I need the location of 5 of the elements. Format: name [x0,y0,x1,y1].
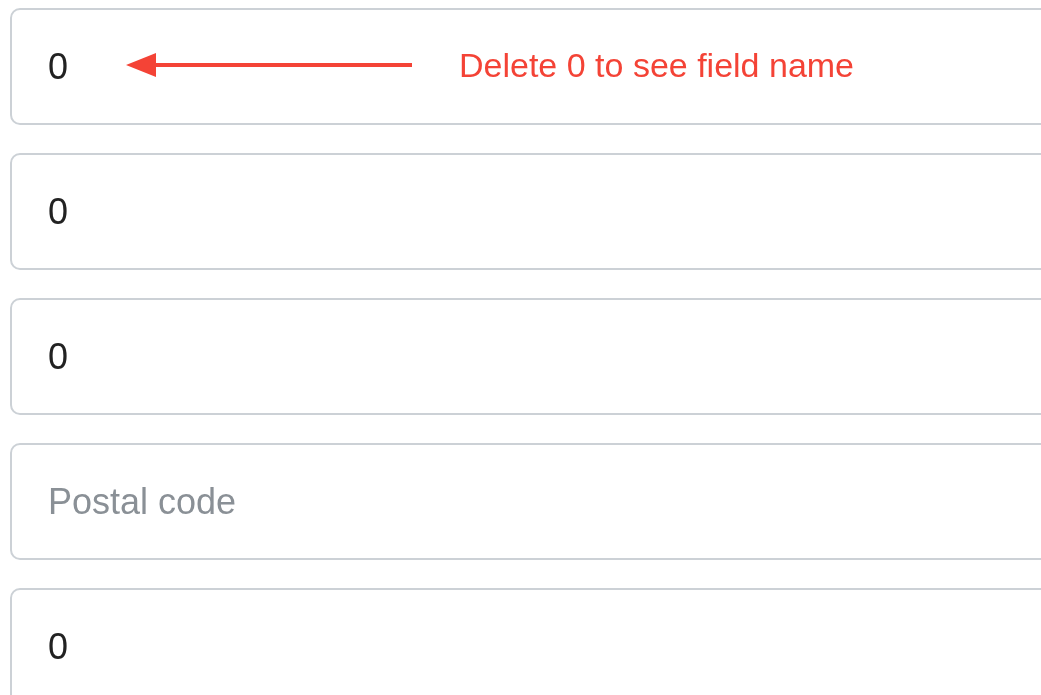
input-field[interactable]: 0 [10,588,1041,695]
annotation-text: Delete 0 to see field name [459,45,855,86]
input-field[interactable]: 0 [10,153,1041,270]
input-field[interactable]: 0 [10,298,1041,415]
input-field[interactable]: Postal code [10,443,1041,560]
